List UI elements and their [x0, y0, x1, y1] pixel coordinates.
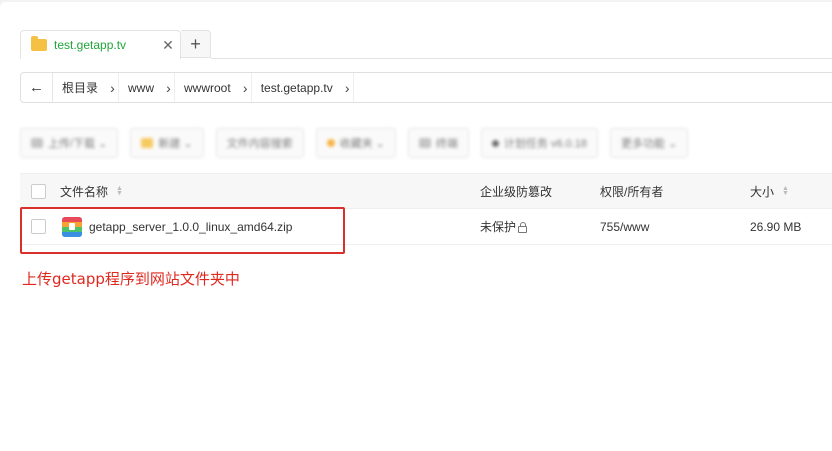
star-icon [326, 139, 335, 147]
folder-icon [141, 138, 154, 148]
header-perm-label: 权限/所有者 [600, 184, 664, 199]
chevron-right-icon[interactable]: › [240, 73, 252, 102]
protect-cell[interactable]: 未保护 [480, 209, 528, 244]
cron-button[interactable]: 计划任务 v6.0.18 [480, 128, 599, 158]
header-protect: 企业级防篡改 [480, 174, 552, 208]
back-arrow-icon[interactable]: ← [21, 73, 53, 102]
annotation-text: 上传getapp程序到网站文件夹中 [22, 270, 240, 288]
terminal-icon [418, 138, 431, 148]
breadcrumb-item-root[interactable]: 根目录 [53, 73, 107, 102]
folder-icon [31, 36, 47, 51]
close-tab-icon[interactable]: ✕ [160, 37, 176, 54]
file-name-cell[interactable]: getapp_server_1.0.0_linux_amd64.zip [62, 209, 292, 244]
upload-download-label: 上传/下载 ⌄ [48, 138, 108, 150]
row-checkbox[interactable] [31, 219, 46, 234]
unlock-icon[interactable] [518, 221, 528, 233]
perm-cell[interactable]: 755/www [600, 209, 649, 244]
protect-status[interactable]: 未保护 [480, 218, 516, 235]
file-name[interactable]: getapp_server_1.0.0_linux_amd64.zip [89, 220, 292, 234]
row-checkbox-cell [31, 209, 46, 244]
cron-label: 计划任务 v6.0.18 [503, 138, 588, 150]
tab-current-folder[interactable]: test.getapp.tv ✕ [20, 30, 181, 59]
sort-icon[interactable]: ▲ ▼ [782, 185, 789, 197]
header-protect-label: 企业级防篡改 [480, 184, 553, 199]
select-all-checkbox-cell [31, 174, 46, 208]
tab-divider [211, 58, 832, 59]
table-header: 文件名称 ▲ ▼ 企业级防篡改 权限/所有者 大小 ▲ ▼ [20, 173, 832, 209]
breadcrumb-item-site[interactable]: test.getapp.tv [252, 73, 342, 102]
add-tab-button[interactable]: + [181, 30, 211, 58]
header-size-label: 大小 [750, 184, 775, 199]
table-row[interactable]: getapp_server_1.0.0_linux_amd64.zip 未保护 … [20, 209, 832, 245]
chevron-right-icon[interactable]: › [163, 73, 176, 102]
content-search-button[interactable]: 文件内容搜索 [215, 128, 304, 158]
size-cell: 26.90 MB [750, 209, 801, 244]
breadcrumb: ← 根目录 › www › wwwroot › test.getapp.tv › [20, 72, 832, 103]
breadcrumb-item-www[interactable]: www [119, 73, 163, 102]
terminal-button[interactable]: 终端 [407, 128, 469, 158]
chevron-right-icon[interactable]: › [342, 73, 354, 102]
file-toolbar: 上传/下载 ⌄ 新建 ⌄ 文件内容搜索 收藏夹 ⌄ 终端 计划任务 v6.0.1… [20, 128, 700, 158]
favorites-label: 收藏夹 ⌄ [339, 138, 385, 150]
perm-owner[interactable]: 755/www [600, 220, 649, 234]
content-search-label: 文件内容搜索 [226, 138, 293, 150]
header-name-label: 文件名称 [60, 184, 109, 199]
clock-icon [491, 139, 499, 147]
upload-icon [31, 138, 43, 148]
favorites-button[interactable]: 收藏夹 ⌄ [315, 128, 396, 158]
chevron-right-icon[interactable]: › [107, 73, 120, 102]
upload-download-button[interactable]: 上传/下载 ⌄ [20, 128, 119, 158]
terminal-label: 终端 [435, 138, 458, 150]
sort-icon[interactable]: ▲ ▼ [116, 185, 123, 197]
file-size: 26.90 MB [750, 219, 802, 234]
new-button[interactable]: 新建 ⌄ [130, 128, 204, 158]
zip-archive-icon [62, 216, 82, 237]
more-label: 更多功能 ⌄ [621, 138, 678, 150]
header-size[interactable]: 大小 ▲ ▼ [750, 174, 789, 208]
file-manager-panel: test.getapp.tv ✕ + ← 根目录 › www › wwwroot… [0, 2, 832, 451]
new-label: 新建 ⌄ [158, 138, 193, 150]
more-button[interactable]: 更多功能 ⌄ [610, 128, 689, 158]
select-all-checkbox[interactable] [31, 183, 46, 199]
tab-title: test.getapp.tv [54, 38, 127, 52]
breadcrumb-item-wwwroot[interactable]: wwwroot [175, 73, 240, 102]
header-name[interactable]: 文件名称 ▲ ▼ [60, 174, 123, 208]
header-perm: 权限/所有者 [600, 174, 663, 208]
